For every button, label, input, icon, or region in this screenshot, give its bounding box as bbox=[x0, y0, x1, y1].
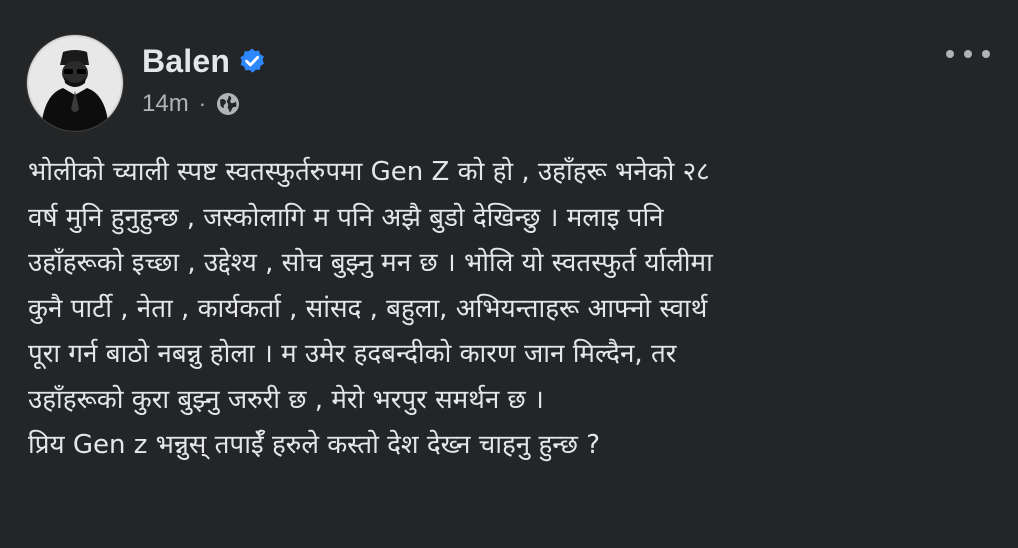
author-name[interactable]: Balen bbox=[142, 43, 230, 80]
globe-public-icon[interactable] bbox=[215, 91, 241, 117]
post-card: Balen 14m · भोलीको च्याली स्पष्ट स्वतस्फ… bbox=[0, 0, 1018, 548]
post-text-line: कुनै पार्टी , नेता , कार्यकर्ता , सांसद … bbox=[28, 293, 708, 324]
post-text-line: भोलीको च्याली स्पष्ट स्वतस्फुर्तरुपमा Ge… bbox=[28, 157, 710, 187]
profile-photo-avatar bbox=[27, 35, 123, 131]
post-text-line: उहाँहरूको कुरा बुझ्नु जरुरी छ , मेरो भरप… bbox=[28, 384, 544, 415]
post-text-line: उहाँहरूको इच्छा , उद्देश्य , सोच बुझ्नु … bbox=[28, 248, 713, 278]
post-text-line: प्रिय Gen z भन्नुस् तपाईँ हरुले कस्तो दे… bbox=[28, 430, 601, 460]
more-dot bbox=[964, 50, 972, 58]
post-body: भोलीको च्याली स्पष्ट स्वतस्फुर्तरुपमा Ge… bbox=[28, 150, 996, 469]
verified-badge-icon bbox=[238, 47, 266, 75]
author-row: Balen bbox=[142, 40, 266, 82]
author-avatar[interactable] bbox=[26, 34, 124, 132]
post-text-line: पूरा गर्न बाठो नबन्नु होला । म उमेर हदबन… bbox=[28, 339, 677, 369]
post-text-line: वर्ष मुनि हुनुहुन्छ , जस्कोलागि म पनि अझ… bbox=[28, 202, 664, 233]
meta-separator: · bbox=[198, 91, 207, 116]
more-options-icon[interactable] bbox=[946, 40, 990, 68]
more-dot bbox=[946, 50, 954, 58]
post-timestamp[interactable]: 14m bbox=[142, 90, 189, 118]
more-dot bbox=[982, 50, 990, 58]
post-meta: 14m · bbox=[142, 88, 241, 120]
